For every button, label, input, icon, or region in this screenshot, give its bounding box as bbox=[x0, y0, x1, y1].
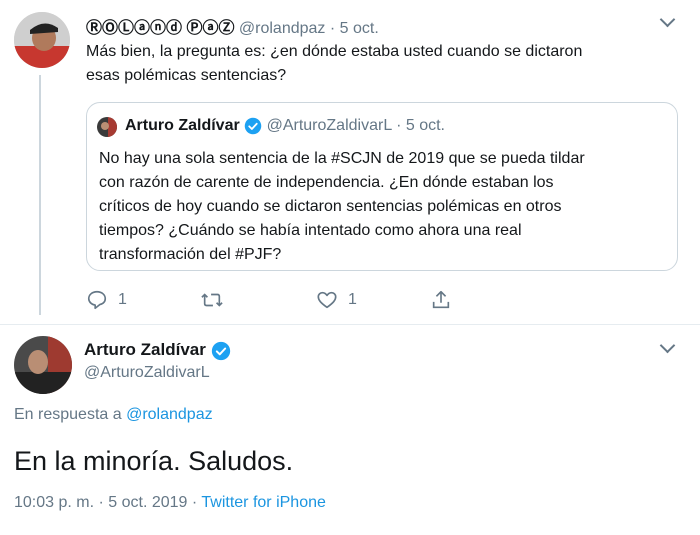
tweet2-handle[interactable]: @ArturoZaldivarL bbox=[84, 364, 210, 382]
quoted-text-line: transformación del #PJF? bbox=[99, 246, 282, 263]
reply-context: En respuesta a @rolandpaz bbox=[14, 406, 213, 424]
retweet-icon bbox=[201, 293, 223, 307]
tweet1-date[interactable]: 5 oct. bbox=[340, 20, 379, 37]
tweet1-handle[interactable]: @rolandpaz bbox=[239, 20, 326, 37]
tweet2-meta: 10:03 p. m. · 5 oct. 2019 · Twitter for … bbox=[14, 494, 326, 512]
chevron-down-icon[interactable] bbox=[659, 11, 676, 28]
like-button[interactable]: 1 bbox=[316, 288, 357, 312]
like-icon bbox=[317, 291, 337, 309]
avatar-image bbox=[14, 12, 70, 68]
quoted-text-line: tiempos? ¿Cuándo se había intentado como… bbox=[99, 222, 522, 239]
tweet1-text: Más bien, la pregunta es: ¿en dónde esta… bbox=[86, 40, 582, 88]
reply-prefix: En respuesta a bbox=[14, 406, 122, 423]
tweet1-header: ⓇⓄⓁⓐⓝⓓ ⓅⓐⓏ @rolandpaz · 5 oct. bbox=[86, 14, 379, 38]
reply-count: 1 bbox=[118, 291, 127, 308]
quoted-text: No hay una sola sentencia de la #SCJN de… bbox=[99, 147, 585, 267]
quoted-handle: @ArturoZaldivarL bbox=[266, 117, 392, 135]
tweet2-separator: · bbox=[98, 494, 104, 511]
tweet-divider bbox=[0, 324, 700, 325]
quoted-header: Arturo Zaldívar @ArturoZaldivarL · 5 oct… bbox=[125, 117, 445, 135]
tweet1-separator: · bbox=[329, 20, 336, 37]
avatar-rolandpaz[interactable] bbox=[14, 12, 70, 68]
share-button[interactable] bbox=[430, 288, 452, 312]
retweet-button[interactable] bbox=[200, 288, 234, 312]
tweet2-separator: · bbox=[191, 494, 198, 511]
quoted-text-line: críticos de hoy cuando se dictaron sente… bbox=[99, 198, 562, 215]
verified-badge-icon bbox=[244, 117, 262, 135]
quoted-avatar bbox=[97, 117, 117, 137]
tweet2-source-link[interactable]: Twitter for iPhone bbox=[201, 494, 326, 511]
chevron-down-icon[interactable] bbox=[659, 337, 676, 354]
avatar-arturozaldivar[interactable] bbox=[14, 336, 72, 394]
tweet1-display-name[interactable]: ⓇⓄⓁⓐⓝⓓ ⓅⓐⓏ bbox=[86, 20, 234, 37]
quoted-text-line: No hay una sola sentencia de la #SCJN de… bbox=[99, 150, 585, 167]
tweet2-display-name[interactable]: Arturo Zaldívar bbox=[84, 340, 206, 359]
reply-to-link[interactable]: @rolandpaz bbox=[126, 406, 213, 423]
quoted-separator: · bbox=[396, 117, 402, 135]
quoted-avatar-image bbox=[97, 117, 117, 137]
reply-icon bbox=[87, 290, 107, 310]
quoted-date: 5 oct. bbox=[405, 117, 445, 135]
tweet2-name-row: Arturo Zaldívar bbox=[84, 340, 231, 361]
reply-button[interactable]: 1 bbox=[86, 288, 127, 312]
quoted-display-name: Arturo Zaldívar bbox=[125, 117, 240, 135]
like-count: 1 bbox=[348, 291, 357, 308]
tweet2-date[interactable]: 5 oct. 2019 bbox=[108, 494, 187, 511]
quoted-text-line: con razón de carente de independencia. ¿… bbox=[99, 174, 554, 191]
tweet2-time[interactable]: 10:03 p. m. bbox=[14, 494, 94, 511]
quoted-tweet-card[interactable]: Arturo Zaldívar @ArturoZaldivarL · 5 oct… bbox=[86, 102, 678, 271]
tweet1-text-line: esas polémicas sentencias? bbox=[86, 67, 287, 84]
verified-badge-icon bbox=[211, 341, 230, 360]
tweet1-text-line: Más bien, la pregunta es: ¿en dónde esta… bbox=[86, 43, 583, 60]
share-icon bbox=[432, 290, 450, 309]
avatar-image bbox=[14, 336, 72, 394]
tweet2-text: En la minoría. Saludos. bbox=[14, 446, 294, 476]
thread-connector-line bbox=[39, 75, 41, 315]
